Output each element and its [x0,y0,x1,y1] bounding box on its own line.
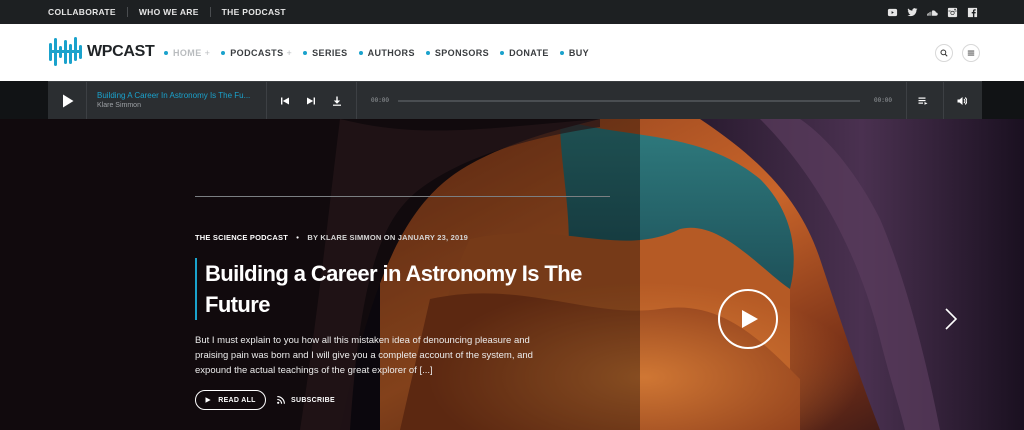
nav-series[interactable]: SERIES [303,48,347,58]
youtube-icon[interactable] [887,7,898,18]
nav-series-label: SERIES [312,47,348,58]
nav-buy-label: BUY [568,47,590,58]
download-icon[interactable] [332,96,342,106]
nav-authors-label: AUTHORS [367,47,415,58]
post-meta: THE SCIENCE PODCAST • BY KLARE SIMMON ON… [195,233,468,242]
post-title-block: Building a Career in Astronomy Is The Fu… [195,258,595,320]
nav-dot [164,50,168,55]
volume-icon[interactable] [957,96,967,106]
player-divider [356,82,357,120]
subscribe-button[interactable]: SUBSCRIBE [277,390,335,410]
player-current-time: 00:00 [371,97,390,104]
nav-dot [425,50,430,55]
nav-dot [500,50,505,55]
hero-play-button[interactable] [718,289,778,349]
menu-icon [967,50,975,56]
social-links [887,0,978,24]
logo-text: WPCAST [87,43,155,60]
nav-sponsors[interactable]: SPONSORS [425,47,490,58]
nav-authors[interactable]: AUTHORS [358,47,415,58]
slider-next-arrow-icon[interactable] [944,308,958,330]
facebook-icon[interactable] [967,7,978,18]
nav-dot [303,50,308,55]
player-track-author: Klare Simmon [97,102,141,109]
nav-home[interactable]: HOME + [164,48,210,58]
instagram-icon[interactable] [947,7,958,18]
player-divider [943,82,944,120]
twitter-icon[interactable] [907,7,918,18]
player-progress-track[interactable] [398,100,860,102]
post-title[interactable]: Building a Career in Astronomy Is The Fu… [205,258,595,320]
nav-donate[interactable]: DONATE [500,48,549,58]
nav-buy[interactable]: BUY [559,47,590,58]
nav-podcasts-label: PODCASTS [230,47,284,58]
nav-donate-label: DONATE [509,47,549,58]
main-header: WPCAST HOME + PODCASTS + SERIES AUTHORS … [0,24,1024,81]
player-total-time: 00:00 [874,97,893,104]
rss-icon [277,396,285,404]
read-all-label: READ ALL [218,396,256,404]
nav-dot [358,50,363,55]
nav-podcasts-plus-icon: + [286,47,293,58]
logo-waveform-icon [49,37,82,66]
player-play-icon[interactable] [62,94,74,108]
main-nav: HOME + PODCASTS + SERIES AUTHORS SPONSOR… [164,24,600,81]
audio-player: Building A Career In Astronomy Is The Fu… [48,81,982,120]
post-byline: BY KLARE SIMMON ON JANUARY 23, 2019 [307,233,469,242]
subscribe-label: SUBSCRIBE [291,396,335,404]
search-button[interactable] [935,44,953,62]
post-excerpt: But I must explain to you how all this m… [195,335,533,376]
search-icon [940,49,948,57]
nav-dot [221,50,226,55]
player-track-title[interactable]: Building A Career In Astronomy Is The Fu… [97,91,259,100]
nav-home-label: HOME [173,47,202,58]
top-nav-who-we-are[interactable]: WHO WE ARE [126,7,210,17]
hero-slider: THE SCIENCE PODCAST • BY KLARE SIMMON ON… [0,119,1024,430]
player-divider [86,82,87,120]
player-divider [906,82,907,120]
hero-divider-line [195,196,610,197]
play-small-icon [205,397,211,403]
play-icon [742,310,758,328]
meta-separator: • [296,233,300,242]
top-nav: COLLABORATE WHO WE ARE THE PODCAST [48,0,297,24]
post-category[interactable]: THE SCIENCE PODCAST [195,233,288,242]
menu-button[interactable] [962,44,980,62]
nav-home-plus-icon: + [204,47,211,58]
playlist-icon[interactable] [918,96,928,106]
player-divider [266,82,267,120]
nav-dot [559,50,564,55]
top-bar: COLLABORATE WHO WE ARE THE PODCAST [0,0,1024,24]
top-nav-collaborate[interactable]: COLLABORATE [48,7,127,17]
top-nav-the-podcast[interactable]: THE PODCAST [209,7,297,17]
nav-sponsors-label: SPONSORS [434,47,490,58]
nav-podcasts[interactable]: PODCASTS + [221,48,292,58]
read-all-button[interactable]: READ ALL [195,390,266,410]
site-logo[interactable]: WPCAST [48,34,155,70]
next-track-icon[interactable] [306,96,316,106]
soundcloud-icon[interactable] [927,7,938,18]
previous-track-icon[interactable] [280,96,290,106]
